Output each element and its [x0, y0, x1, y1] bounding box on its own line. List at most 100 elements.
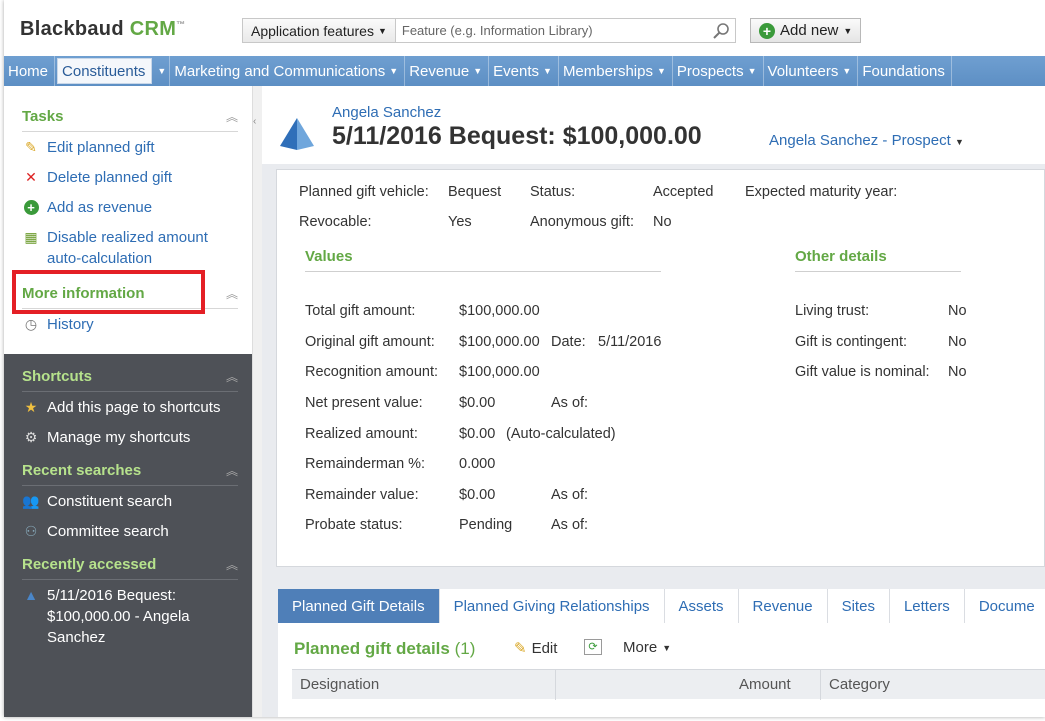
- prospect-link[interactable]: Angela Sanchez - Prospect ▼: [769, 132, 964, 149]
- tab-revenue[interactable]: Revenue: [738, 589, 828, 623]
- page-title: 5/11/2016 Bequest: $100,000.00: [332, 122, 702, 150]
- pyramid-icon: ▲: [24, 587, 38, 603]
- feature-search-input[interactable]: Feature (e.g. Information Library): [395, 19, 707, 42]
- date-value: 5/11/2016: [598, 334, 662, 350]
- task-add-as-revenue[interactable]: + Add as revenue: [22, 192, 238, 222]
- chevron-down-icon: ▼: [473, 66, 483, 76]
- nav-revenue[interactable]: Revenue ▼: [405, 56, 490, 86]
- living-trust-label: Living trust:: [795, 303, 870, 319]
- constituent-name-link[interactable]: Angela Sanchez: [332, 104, 441, 121]
- nav-home[interactable]: Home: [4, 56, 56, 86]
- highlight-box: [12, 270, 205, 314]
- task-delete-planned-gift[interactable]: ✕ Delete planned gift: [22, 162, 238, 192]
- column-category[interactable]: Category: [821, 670, 1045, 700]
- sidebar-collapse-handle[interactable]: ‹: [252, 86, 262, 717]
- total-gift-label: Total gift amount:: [305, 303, 416, 319]
- details-grid-header: Designation Amount Category: [292, 669, 1045, 700]
- calculator-icon: ▦: [24, 229, 38, 245]
- chevron-down-icon: ▼: [954, 137, 964, 147]
- recent-searches-header[interactable]: Recent searches ︽: [22, 456, 238, 486]
- refresh-icon: ⟳: [584, 639, 602, 655]
- more-button[interactable]: More ▼: [623, 639, 671, 656]
- sidebar: Tasks ︽ ✎ Edit planned gift ✕ Delete planne…: [4, 86, 252, 717]
- record-tabs: Planned Gift Details Planned Giving Rela…: [278, 589, 1045, 623]
- task-edit-planned-gift[interactable]: ✎ Edit planned gift: [22, 132, 238, 162]
- status-label: Status:: [530, 184, 576, 200]
- date-label: Date:: [551, 334, 586, 350]
- chevron-down-icon: ▼: [843, 25, 853, 36]
- tab-sites[interactable]: Sites: [827, 589, 890, 623]
- gear-icon: ⚙: [24, 429, 38, 445]
- search-icon[interactable]: [707, 19, 735, 42]
- collapse-icon[interactable]: ︽: [226, 368, 238, 385]
- recently-accessed-header[interactable]: Recently accessed ︽: [22, 550, 238, 580]
- nav-memberships[interactable]: Memberships ▼: [559, 56, 673, 86]
- tab-planned-gift-details[interactable]: Planned Gift Details: [278, 589, 440, 623]
- nav-constituents[interactable]: Constituents: [57, 58, 153, 84]
- planned-gift-details-panel: Planned gift details (1) ✎ Edit ⟳ More ▼ D…: [278, 623, 1045, 717]
- original-gift-label: Original gift amount:: [305, 334, 435, 350]
- tab-letters[interactable]: Letters: [889, 589, 965, 623]
- manage-shortcuts[interactable]: ⚙ Manage my shortcuts: [22, 422, 238, 452]
- recent-record-link[interactable]: ▲ 5/11/2016 Bequest: $100,000.00 - Angela…: [22, 580, 238, 652]
- maturity-label: Expected maturity year:: [745, 184, 898, 200]
- summary-panel: Planned gift vehicle: Bequest Status: Ac…: [276, 169, 1045, 567]
- collapse-icon[interactable]: ︽: [226, 462, 238, 479]
- nav-constituents-menu[interactable]: ▼: [154, 56, 171, 86]
- recent-searches-section: Recent searches ︽ 👥 Constituent search ⚇ Co…: [4, 452, 252, 546]
- pencil-icon: ✎: [514, 640, 527, 657]
- people-icon: 👥: [22, 493, 40, 509]
- column-amount[interactable]: Amount: [731, 670, 821, 700]
- realized-label: Realized amount:: [305, 426, 418, 442]
- remainderman-label: Remainderman %:: [305, 456, 426, 472]
- npv-value: $0.00: [459, 395, 496, 411]
- top-header: Blackbaud CRM™ Application features ▼ Fea…: [4, 0, 1045, 52]
- total-gift-value: $100,000.00: [459, 303, 540, 319]
- nav-marketing[interactable]: Marketing and Communications ▼: [170, 56, 406, 86]
- constituent-search-link[interactable]: 👥 Constituent search: [22, 486, 238, 516]
- tasks-header[interactable]: Tasks ︽: [22, 102, 238, 132]
- tab-documentation[interactable]: Docume: [964, 589, 1045, 623]
- tab-assets[interactable]: Assets: [664, 589, 739, 623]
- recognition-value: $100,000.00: [459, 364, 540, 380]
- pyramid-icon: [280, 118, 314, 150]
- nav-foundations[interactable]: Foundations: [858, 56, 952, 86]
- nav-volunteers[interactable]: Volunteers ▼: [764, 56, 859, 86]
- add-new-button[interactable]: + Add new ▼: [750, 18, 862, 43]
- values-section-title: Values: [305, 248, 661, 272]
- other-details-section-title: Other details: [795, 248, 961, 272]
- edit-button[interactable]: ✎ Edit: [514, 639, 557, 658]
- chevron-down-icon: ▼: [543, 66, 552, 76]
- collapse-icon[interactable]: ︽: [226, 285, 238, 302]
- nav-prospects[interactable]: Prospects ▼: [673, 56, 764, 86]
- app-window: Blackbaud CRM™ Application features ▼ Fea…: [4, 0, 1045, 717]
- collapse-icon[interactable]: ︽: [226, 556, 238, 573]
- revocable-value: Yes: [448, 214, 472, 230]
- chevron-down-icon: ▼: [157, 66, 167, 76]
- chevron-down-icon: ▼: [842, 66, 852, 76]
- probate-value: Pending: [459, 517, 513, 533]
- realized-note: (Auto-calculated): [506, 426, 616, 442]
- refresh-button[interactable]: ⟳: [584, 639, 602, 655]
- recently-accessed-section: Recently accessed ︽ ▲ 5/11/2016 Bequest: $…: [4, 546, 252, 652]
- vehicle-label: Planned gift vehicle:: [299, 184, 429, 200]
- feature-search-bar: Application features ▼ Feature (e.g. Info…: [242, 18, 736, 43]
- nav-events[interactable]: Events ▼: [489, 56, 559, 86]
- app-logo: Blackbaud CRM™: [20, 18, 186, 40]
- tab-planned-giving-relationships[interactable]: Planned Giving Relationships: [439, 589, 665, 623]
- chevron-down-icon: ▼: [377, 25, 387, 36]
- remainder-value: $0.00: [459, 487, 496, 503]
- sidebar-dark-panel: Shortcuts ︽ ★ Add this page to shortcuts ⚙…: [4, 354, 252, 717]
- committee-search-link[interactable]: ⚇ Committee search: [22, 516, 238, 546]
- application-features-dropdown[interactable]: Application features ▼: [243, 19, 396, 42]
- shortcuts-header[interactable]: Shortcuts ︽: [22, 362, 238, 392]
- column-designation[interactable]: Designation: [292, 670, 556, 700]
- collapse-icon[interactable]: ︽: [226, 108, 238, 125]
- chevron-down-icon: ▼: [662, 642, 672, 653]
- revocable-label: Revocable:: [299, 214, 372, 230]
- add-page-to-shortcuts[interactable]: ★ Add this page to shortcuts: [22, 392, 238, 422]
- anonymous-value: No: [653, 214, 672, 230]
- remainder-label: Remainder value:: [305, 487, 419, 503]
- task-disable-auto-calculation[interactable]: ▦ Disable realized amount auto-calculatio…: [22, 222, 238, 273]
- shortcuts-section: Shortcuts ︽ ★ Add this page to shortcuts ⚙…: [4, 354, 252, 452]
